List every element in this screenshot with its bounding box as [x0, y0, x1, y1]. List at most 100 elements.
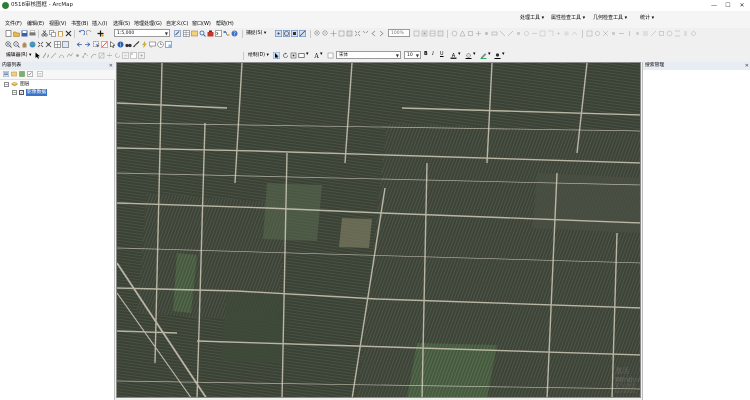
- python-window-icon[interactable]: [215, 30, 222, 37]
- layout-pan-icon[interactable]: [330, 30, 337, 37]
- minimize-button[interactable]: —: [708, 1, 720, 10]
- editor-menu[interactable]: 编辑器(R) ▾: [6, 52, 31, 59]
- toggle-draft-mode-icon[interactable]: [413, 30, 420, 37]
- pan-hand-icon[interactable]: [21, 41, 28, 48]
- fixed-zoom-out-icon[interactable]: [362, 30, 369, 37]
- delete-icon[interactable]: [65, 30, 72, 37]
- draw-menu[interactable]: 绘制(D) ▾: [248, 52, 269, 59]
- close-icon[interactable]: ✕: [109, 62, 113, 70]
- menu-view[interactable]: 视图(V): [49, 21, 66, 28]
- menu-statistics[interactable]: 统计 ▾: [640, 15, 654, 22]
- menu-processing-tools[interactable]: 处理工具 ▾: [520, 15, 544, 22]
- create-viewer-window-icon[interactable]: [165, 41, 172, 48]
- find-binoculars-icon[interactable]: [125, 41, 132, 48]
- grid-toggle-icon[interactable]: [54, 41, 61, 48]
- new-text-icon[interactable]: A: [313, 52, 320, 59]
- chevron-down-icon[interactable]: ▾: [306, 51, 309, 58]
- fixed-zoom-in-map-icon[interactable]: [37, 41, 44, 48]
- bold-button[interactable]: B: [424, 51, 428, 58]
- georef-tool-7-icon[interactable]: [499, 30, 506, 37]
- reshape-feature-icon[interactable]: [90, 52, 97, 59]
- underline-button[interactable]: U: [440, 51, 444, 58]
- clear-selection-icon[interactable]: [101, 41, 108, 48]
- full-extent-icon[interactable]: [29, 41, 36, 48]
- rectangle-icon[interactable]: [298, 52, 305, 59]
- redo-icon[interactable]: [86, 30, 93, 37]
- open-folder-icon[interactable]: [13, 30, 20, 37]
- topology-tool-7-icon[interactable]: [634, 30, 641, 37]
- time-slider-icon[interactable]: [157, 41, 164, 48]
- search-window-icon[interactable]: [199, 30, 206, 37]
- italic-button[interactable]: I: [432, 51, 434, 58]
- data-driven-pages-icon[interactable]: [437, 30, 444, 37]
- change-layout-icon[interactable]: [429, 30, 436, 37]
- layout-zoom-out-icon[interactable]: [322, 30, 329, 37]
- topology-tool-10-icon[interactable]: [658, 30, 665, 37]
- georef-tool-4-icon[interactable]: [475, 30, 482, 37]
- point-icon[interactable]: [74, 52, 81, 59]
- attributes-window-icon[interactable]: [122, 52, 129, 59]
- select-features-icon[interactable]: [93, 41, 100, 48]
- zoom-out-icon[interactable]: [13, 41, 20, 48]
- georef-tool-5-icon[interactable]: [483, 30, 490, 37]
- georef-tool-10-icon[interactable]: [523, 30, 530, 37]
- menu-attribute-check-tools[interactable]: 属性检查工具 ▾: [551, 15, 585, 22]
- font-color-icon[interactable]: A: [450, 52, 457, 59]
- select-elements-arrow-icon[interactable]: [109, 41, 116, 48]
- layer-name-imagery[interactable]: 影像数据: [26, 89, 48, 96]
- cut-icon[interactable]: [41, 30, 48, 37]
- topology-tool-12-icon[interactable]: [674, 30, 681, 37]
- topology-tool-14-icon[interactable]: [690, 30, 697, 37]
- vertex-snapping-icon[interactable]: [291, 30, 298, 37]
- chevron-down-icon[interactable]: ▾: [458, 51, 461, 58]
- menu-help[interactable]: 帮助(H): [216, 21, 234, 28]
- georef-tool-2-icon[interactable]: [459, 30, 466, 37]
- new-document-icon[interactable]: [5, 30, 12, 37]
- georef-tool-15-icon[interactable]: [563, 30, 570, 37]
- editor-toolbar-icon[interactable]: [174, 30, 181, 37]
- zoom-to-selected-icon[interactable]: [290, 52, 297, 59]
- topology-tool-3-icon[interactable]: [602, 30, 609, 37]
- fixed-zoom-in-icon[interactable]: [354, 30, 361, 37]
- go-back-extent-icon[interactable]: [370, 30, 377, 37]
- draw-select-arrow-icon[interactable]: [273, 52, 280, 59]
- map-scale-select[interactable]: 1:5,000 ▼: [114, 29, 170, 37]
- forward-extent-icon[interactable]: [84, 41, 91, 48]
- menu-geometry-check-tools[interactable]: 几何检查工具 ▾: [593, 15, 627, 22]
- add-data-icon[interactable]: [97, 30, 104, 37]
- layer-visibility-checkbox[interactable]: ✓: [19, 90, 24, 95]
- expand-layer-toggle[interactable]: −: [12, 90, 17, 95]
- go-forward-extent-icon[interactable]: [378, 30, 385, 37]
- georef-tool-9-icon[interactable]: [515, 30, 522, 37]
- copy-icon[interactable]: [49, 30, 56, 37]
- fill-color-bucket-icon[interactable]: [465, 52, 472, 59]
- topology-tool-6-icon[interactable]: [626, 30, 633, 37]
- help-icon[interactable]: ?: [231, 30, 238, 37]
- print-icon[interactable]: [29, 30, 36, 37]
- topology-tool-13-icon[interactable]: [682, 30, 689, 37]
- layout-zoom-select[interactable]: 100%: [388, 29, 410, 37]
- model-builder-icon[interactable]: [223, 30, 230, 37]
- georef-tool-13-icon[interactable]: [547, 30, 554, 37]
- chevron-down-icon[interactable]: ▾: [320, 51, 323, 58]
- table-icon[interactable]: [183, 30, 190, 37]
- chevron-down-icon[interactable]: ▾: [488, 51, 491, 58]
- menu-file[interactable]: 文件(F): [5, 21, 22, 28]
- cut-polygons-icon[interactable]: [98, 52, 105, 59]
- georef-tool-16-icon[interactable]: [571, 30, 578, 37]
- sketch-properties-icon[interactable]: [130, 52, 137, 59]
- identify-icon[interactable]: i: [117, 41, 124, 48]
- catalog-window-icon[interactable]: [191, 30, 198, 37]
- menu-customize[interactable]: 自定义(C): [166, 21, 188, 28]
- zoom-100-icon[interactable]: [346, 30, 353, 37]
- list-by-visibility-icon[interactable]: [19, 71, 25, 77]
- menu-selection[interactable]: 选择(S): [113, 21, 130, 28]
- arctoolbox-icon[interactable]: [207, 30, 214, 37]
- georef-tool-6-icon[interactable]: [491, 30, 498, 37]
- topology-tool-11-icon[interactable]: [666, 30, 673, 37]
- layout-zoom-in-icon[interactable]: [314, 30, 321, 37]
- expand-layers-toggle[interactable]: −: [4, 82, 9, 87]
- chevron-down-icon[interactable]: ▾: [473, 51, 476, 58]
- edge-snapping-icon[interactable]: [299, 30, 306, 37]
- edit-vertices-icon[interactable]: [82, 52, 89, 59]
